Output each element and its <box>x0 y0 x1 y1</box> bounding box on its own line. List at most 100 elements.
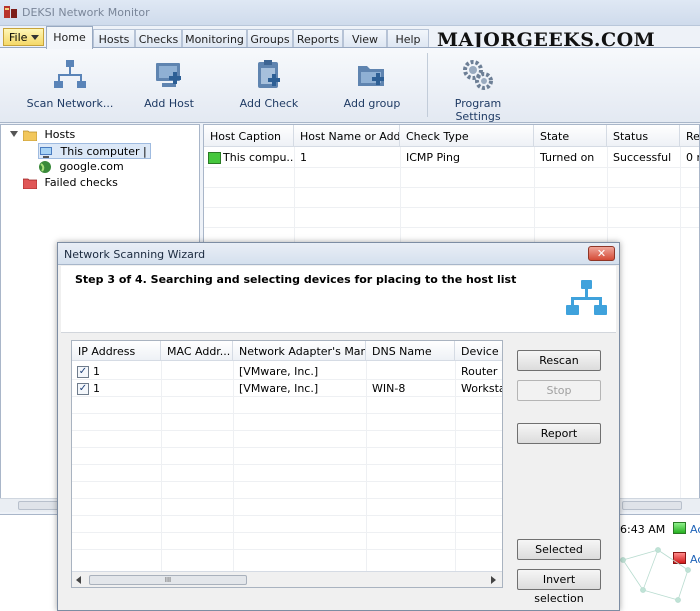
selected-button[interactable]: Selected <box>517 539 601 560</box>
report-button[interactable]: Report <box>517 423 601 444</box>
column-header-device-type[interactable]: Device T <box>455 341 502 361</box>
add-group-button[interactable]: Add group <box>340 58 404 110</box>
table-cell-dns[interactable]: WIN-8 <box>366 380 455 397</box>
grid-line <box>72 532 502 533</box>
failed-folder-icon <box>23 178 37 189</box>
globe-icon <box>39 161 51 173</box>
stop-button[interactable]: Stop <box>517 380 601 401</box>
tree-item-hosts[interactable]: Hosts <box>23 127 75 143</box>
tree-item-label: Failed checks <box>44 176 118 189</box>
invert-selection-button[interactable]: Invert selection <box>517 569 601 605</box>
grid-line <box>233 361 234 571</box>
rescan-button[interactable]: Rescan <box>517 350 601 371</box>
log-time: 6:43 AM <box>620 523 666 536</box>
program-settings-button[interactable]: Program Settings <box>434 58 522 123</box>
add-check-label: Add Check <box>239 97 299 110</box>
table-cell-mac[interactable] <box>161 363 233 380</box>
add-check-button[interactable]: Add Check <box>238 58 300 110</box>
column-header-result[interactable]: Res <box>680 125 699 147</box>
grid-line <box>455 361 456 571</box>
tab-home[interactable]: Home <box>46 26 93 49</box>
table-cell-result[interactable]: 0 n <box>680 147 699 167</box>
table-cell-vendor[interactable]: [VMware, Inc.] <box>233 380 366 397</box>
status-ok-icon <box>208 152 221 164</box>
grid-line <box>161 361 162 571</box>
scan-network-button[interactable]: Scan Network... <box>26 58 114 110</box>
program-settings-label: Program Settings <box>454 97 502 123</box>
network-scan-icon <box>54 60 86 88</box>
table-cell-dns[interactable] <box>366 363 455 380</box>
tab-hosts[interactable]: Hosts <box>93 29 135 48</box>
column-header-host-name[interactable]: Host Name or Add... <box>294 125 400 147</box>
window-title: DEKSI Network Monitor <box>22 6 150 19</box>
table-cell-device-type[interactable]: Router <box>455 363 502 380</box>
close-button[interactable]: ✕ <box>588 246 615 261</box>
column-header-host-caption[interactable]: Host Caption <box>204 125 294 147</box>
chevron-down-icon <box>31 35 39 40</box>
tab-reports[interactable]: Reports <box>293 29 343 48</box>
grid-line <box>72 430 502 431</box>
column-header-check-type[interactable]: Check Type <box>400 125 534 147</box>
tree-item-this-computer[interactable]: This computer | <box>38 143 151 159</box>
grid-line <box>204 227 699 228</box>
grid-line <box>72 464 502 465</box>
grid-line <box>204 187 699 188</box>
tree-item-label: This computer | <box>60 145 147 158</box>
grid-line <box>204 207 699 208</box>
tree-expander-icon[interactable] <box>10 131 18 137</box>
ribbon-separator <box>427 53 428 117</box>
tab-view[interactable]: View <box>343 29 387 48</box>
tree-item-google[interactable]: google.com <box>38 159 124 175</box>
wizard-step-header: Step 3 of 4. Searching and selecting dev… <box>61 266 616 333</box>
scrollbar-thumb[interactable]: III <box>89 575 247 585</box>
log-action-link[interactable]: Ac <box>690 523 700 536</box>
tab-help[interactable]: Help <box>387 29 429 48</box>
scroll-left-icon[interactable] <box>76 576 81 584</box>
table-cell-ip[interactable]: 1 <box>87 363 161 380</box>
dialog-title-bar[interactable]: Network Scanning Wizard <box>58 243 619 265</box>
device-list: IP Address MAC Addr... Network Adapter's… <box>71 340 503 588</box>
grid-line <box>72 447 502 448</box>
table-cell-host-name[interactable]: 1 <box>294 147 400 167</box>
table-cell-status[interactable]: Successful <box>607 147 680 167</box>
gear-icon <box>463 60 493 90</box>
tree-item-failed-checks[interactable]: Failed checks <box>23 175 118 191</box>
column-header-ip-address[interactable]: IP Address <box>72 341 161 361</box>
cell-text: This compu... <box>223 151 294 164</box>
table-cell-device-type[interactable]: Workstati <box>455 380 502 397</box>
table-cell-host-caption[interactable]: This compu... <box>204 147 294 167</box>
tab-monitoring[interactable]: Monitoring <box>182 29 247 48</box>
wizard-step-text: Step 3 of 4. Searching and selecting dev… <box>75 273 517 286</box>
scrollbar-thumb[interactable] <box>622 501 682 510</box>
column-header-dns-name[interactable]: DNS Name <box>366 341 455 361</box>
dialog-title: Network Scanning Wizard <box>64 248 206 261</box>
column-header-adapter-manufacturer[interactable]: Network Adapter's Man... <box>233 341 366 361</box>
grid-line <box>72 481 502 482</box>
ribbon-toolbar: Scan Network... Add Host Add Check Add g… <box>0 47 700 123</box>
file-menu-button[interactable]: File <box>3 28 44 46</box>
scroll-right-icon[interactable] <box>491 576 496 584</box>
table-cell-mac[interactable] <box>161 380 233 397</box>
column-header-mac-address[interactable]: MAC Addr... <box>161 341 233 361</box>
tab-groups[interactable]: Groups <box>247 29 293 48</box>
add-check-clipboard-icon <box>258 60 280 88</box>
tree-item-label: google.com <box>59 160 124 173</box>
app-logo-icon <box>4 6 17 18</box>
table-cell-ip[interactable]: 1 <box>87 380 161 397</box>
table-cell-state[interactable]: Turned on <box>534 147 607 167</box>
file-menu-label: File <box>9 31 28 44</box>
table-cell-check-type[interactable]: ICMP Ping <box>400 147 534 167</box>
column-header-status[interactable]: Status <box>607 125 680 147</box>
column-header-state[interactable]: State <box>534 125 607 147</box>
device-list-horizontal-scrollbar[interactable]: III <box>72 571 502 587</box>
tab-checks[interactable]: Checks <box>135 29 182 48</box>
title-bar: DEKSI Network Monitor <box>0 0 700 26</box>
grid-horizontal-scrollbar[interactable] <box>618 498 700 512</box>
table-cell-vendor[interactable]: [VMware, Inc.] <box>233 363 366 380</box>
add-host-button[interactable]: Add Host <box>140 58 198 110</box>
scan-network-label: Scan Network... <box>26 97 114 110</box>
tree-item-label: Hosts <box>44 128 76 141</box>
folder-icon <box>23 130 37 141</box>
add-group-folder-icon <box>358 66 384 86</box>
grid-line <box>72 498 502 499</box>
